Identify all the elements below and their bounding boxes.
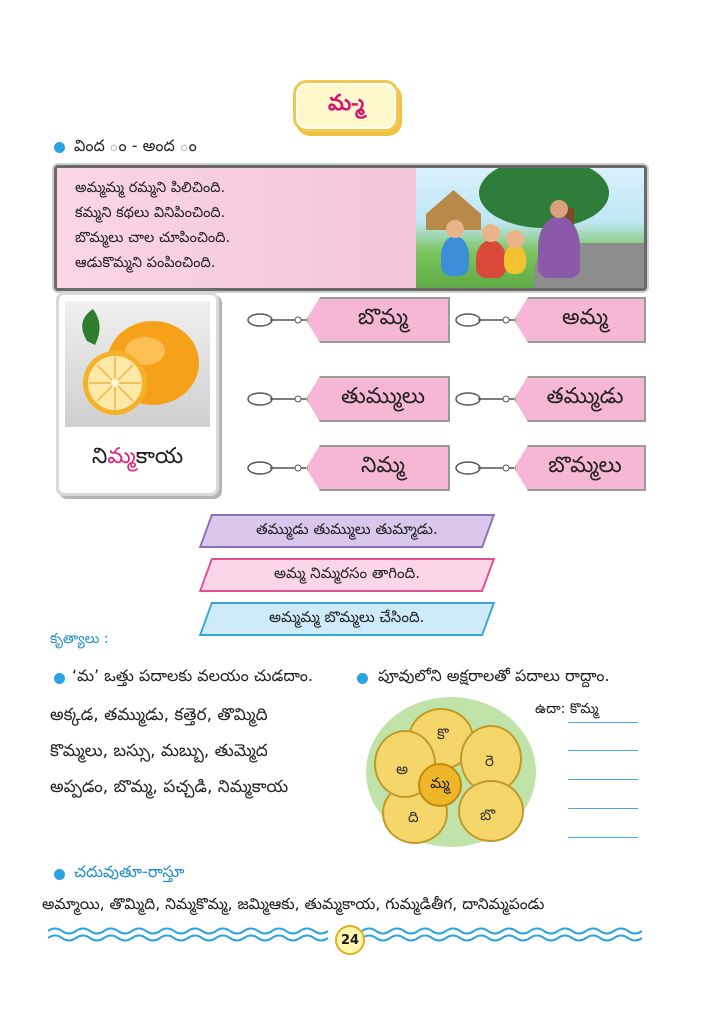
tag-string-icon xyxy=(455,392,514,406)
flower-center: మ్మ xyxy=(418,763,462,807)
sentence-text: అమ్మమ్మ బొమ్మలు చేసింది. xyxy=(269,608,425,626)
tag-string-icon xyxy=(247,461,306,475)
lemon-picture-card: ని మ్మ కాయ xyxy=(56,292,219,496)
activity-task-circle: ‘మ’ ఒత్తు పదాలకు వలయం చుడదాం. xyxy=(72,666,313,685)
poem-line: ఆడుకొమ్మని పంపించింది. xyxy=(75,255,216,271)
sentence-strip: తమ్ముడు తుమ్ములు తుమ్మాడు. xyxy=(198,514,496,548)
word-row: కొమ్మలు, బస్సు, మబ్బు, తుమ్మెద xyxy=(50,741,268,761)
tag-string-icon xyxy=(455,313,514,327)
petal-letter: బొ xyxy=(480,806,496,824)
lemon-image xyxy=(65,301,210,427)
poem-box: అమ్మమ్మ రమ్మని పిలిచింది. కమ్మని కథలు వి… xyxy=(54,165,647,291)
grandmother-children-illustration xyxy=(416,168,644,288)
example-word: ఉదా: కొమ్మ xyxy=(535,701,599,717)
lemon-card-label: ని మ్మ కాయ xyxy=(65,433,210,485)
answer-line[interactable] xyxy=(568,837,638,838)
listen-section-label: వింద ం - అంద ం xyxy=(74,136,197,155)
tag-string-icon xyxy=(247,392,306,406)
tag-word: అమ్మ xyxy=(514,297,646,343)
word-row: అప్పడం, బొమ్మ, పచ్చడి, నిమ్మకాయ xyxy=(50,777,289,797)
activities-label: కృత్యాలు : xyxy=(50,631,109,647)
petal-letter: రె xyxy=(485,752,494,770)
read-write-label: చదువుతూ-రాస్తూ xyxy=(74,862,185,881)
answer-line[interactable] xyxy=(568,808,638,809)
bullet-icon xyxy=(54,142,65,153)
tag-word: నిమ్మ xyxy=(306,445,450,491)
label-part: కాయ xyxy=(135,444,184,469)
tag-string-icon xyxy=(455,461,514,475)
answer-line[interactable] xyxy=(568,750,638,751)
poem-line: కమ్మని కథలు వినిపించింది. xyxy=(75,205,226,221)
tag-word: బొమ్మ xyxy=(306,297,450,343)
word-tag: అమ్మ xyxy=(454,296,646,344)
tag-word: తుమ్ములు xyxy=(306,376,450,422)
sentence-text: అమ్మ నిమ్మరసం తాగింది. xyxy=(274,564,420,582)
petal-letter: అ xyxy=(396,760,409,778)
word-tag: తుమ్ములు xyxy=(246,375,450,423)
sentence-text: తమ్ముడు తుమ్ములు తుమ్మాడు. xyxy=(256,520,438,538)
bullet-icon xyxy=(54,673,65,684)
bullet-icon xyxy=(357,673,368,684)
word-row: అక్కడ, తమ్ముడు, కత్తెర, తొమ్మిది xyxy=(50,705,268,725)
tag-word: తమ్ముడు xyxy=(514,376,646,422)
bullet-icon xyxy=(54,869,65,880)
petal-letter: ది xyxy=(408,808,419,826)
label-part: ని xyxy=(91,444,108,469)
lesson-title: మ-్మ xyxy=(327,91,365,116)
sentence-strip: అమ్మ నిమ్మరసం తాగింది. xyxy=(198,558,496,592)
poem-line: బొమ్మలు చాల చూపించింది. xyxy=(75,230,231,246)
answer-line[interactable] xyxy=(568,779,638,780)
circle-word-list: అక్కడ, తమ్ముడు, కత్తెర, తొమ్మిది కొమ్మలు… xyxy=(50,697,288,805)
lesson-title-badge: మ-్మ xyxy=(293,80,399,132)
word-tag: నిమ్మ xyxy=(246,444,450,492)
tag-string-icon xyxy=(247,313,306,327)
activity-task-flower: పూవులోని అక్షరాలతో పదాలు రాద్దాం. xyxy=(378,666,610,685)
poem-lines: అమ్మమ్మ రమ్మని పిలిచింది. కమ్మని కథలు వి… xyxy=(75,176,230,276)
poem-line: అమ్మమ్మ రమ్మని పిలిచింది. xyxy=(75,180,226,196)
read-write-words: అమ్మాయి, తొమ్మిది, నిమ్మకొమ్మ, జమ్మిఆకు,… xyxy=(42,895,545,913)
label-highlight: మ్మ xyxy=(107,444,136,469)
answer-line[interactable] xyxy=(568,722,638,723)
word-tag: బొమ్మలు xyxy=(454,444,646,492)
page-number: 24 xyxy=(335,925,365,955)
sentence-strip: అమ్మమ్మ బొమ్మలు చేసింది. xyxy=(198,602,496,636)
word-tag: తమ్ముడు xyxy=(454,375,646,423)
tag-word: బొమ్మలు xyxy=(514,445,646,491)
petal-letter: కొ xyxy=(437,725,449,743)
word-tag: బొమ్మ xyxy=(246,296,450,344)
